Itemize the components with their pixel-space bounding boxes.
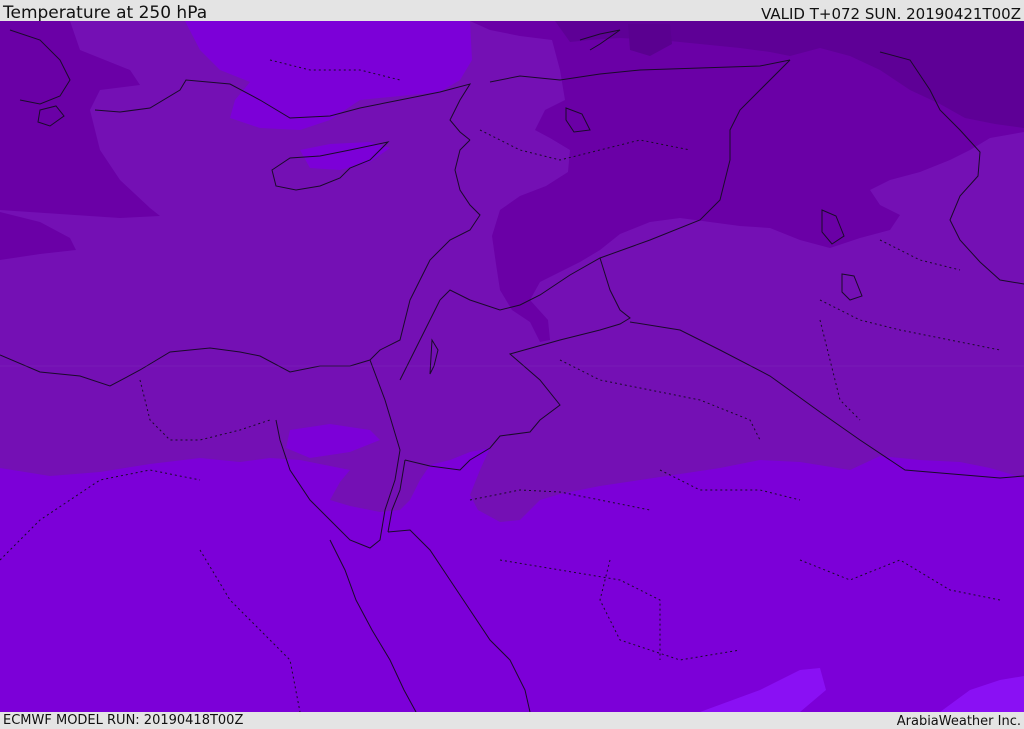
model-run: ECMWF MODEL RUN: 20190418T00Z bbox=[3, 713, 244, 728]
credit: ArabiaWeather Inc. bbox=[896, 714, 1021, 729]
header-bar: Temperature at 250 hPa VALID T+072 SUN. … bbox=[0, 0, 1024, 23]
temperature-map bbox=[0, 21, 1024, 712]
map-canvas bbox=[0, 21, 1024, 712]
map-title: Temperature at 250 hPa bbox=[3, 3, 208, 23]
map-figure: Temperature at 250 hPa VALID T+072 SUN. … bbox=[0, 0, 1024, 729]
footer-bar: ECMWF MODEL RUN: 20190418T00Z ArabiaWeat… bbox=[0, 712, 1024, 729]
